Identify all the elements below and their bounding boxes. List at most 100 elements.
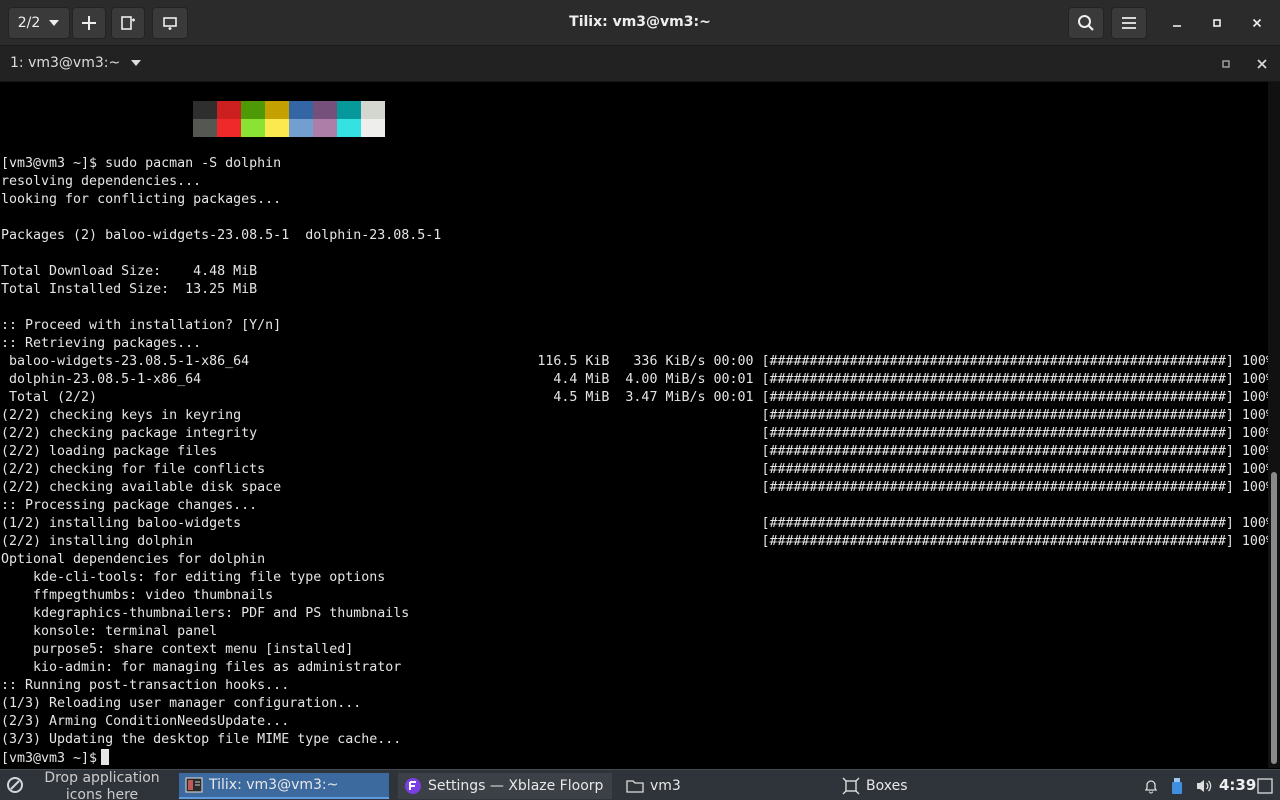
color-swatch [217,119,241,137]
color-swatch [241,101,265,119]
taskbar-item-label: vm3 [650,778,681,794]
color-swatch [313,101,337,119]
chevron-down-icon [49,20,60,26]
terminal-line: (2/2) loading package files [###########… [1,444,1274,459]
maximize-button[interactable] [1200,7,1234,39]
terminal-line: (2/3) Arming ConditionNeedsUpdate... [1,714,290,729]
terminal-view[interactable]: [vm3@vm3 ~]$ sudo pacman -S dolphin resol… [0,82,1274,768]
color-swatch [193,119,217,137]
session-switcher-button[interactable]: 2/2 [8,7,70,39]
quicklaunch-drop-zone[interactable]: Drop application icons here [38,770,166,800]
maximize-icon [1213,19,1221,27]
taskbar-item-tilix[interactable]: Tilix: vm3@vm3:~ [179,773,389,799]
terminal-line: kio-admin: for managing files as adminis… [1,660,402,675]
terminal-line: (2/2) checking available disk space [###… [1,480,1274,495]
terminal-line: kde-cli-tools: for editing file type opt… [1,570,386,585]
chevron-down-icon [131,60,142,66]
terminal-title-bar: 1: vm3@vm3:~ [0,46,1280,82]
terminal-line: baloo-widgets-23.08.5-1-x86_64 116.5 KiB… [1,354,1274,369]
terminal-title-label: 1: vm3@vm3:~ [10,55,121,71]
terminal-line: kdegraphics-thumbnailers: PDF and PS thu… [1,606,410,621]
terminal-line: dolphin-23.08.5-1-x86_64 4.4 MiB 4.00 Mi… [1,372,1274,387]
close-button[interactable] [1240,7,1274,39]
terminal-prompt: [vm3@vm3 ~]$ [1,751,98,766]
terminal-line: (1/2) installing baloo-widgets [########… [1,516,1274,531]
terminal-line: (3/3) Updating the desktop file MIME typ… [1,732,402,747]
terminal-line: Optional dependencies for dolphin [1,552,266,567]
speaker-icon [1197,780,1212,792]
terminal-line: ffmpegthumbs: video thumbnails [1,588,274,603]
volume-button[interactable] [1194,777,1214,795]
maximize-icon [1222,60,1230,68]
terminal-line: :: Processing package changes... [1,498,258,513]
terminal-output: [vm3@vm3 ~]$ sudo pacman -S dolphin resol… [1,155,1274,767]
close-icon [1252,18,1262,28]
terminal-line: Total Download Size: 4.48 MiB [1,264,258,279]
add-down-button[interactable] [152,7,188,39]
color-swatch [289,101,313,119]
color-swatch [265,119,289,137]
taskbar-item-files[interactable]: vm3 [620,773,830,799]
taskbar-item-boxes[interactable]: Boxes [836,773,1046,799]
taskbar: Drop application icons here Tilix: vm3@v… [0,769,1280,800]
add-terminal-button[interactable] [72,7,106,39]
terminal-line: Packages (2) baloo-widgets-23.08.5-1 dol… [1,228,442,243]
terminal-line: :: Proceed with installation? [Y/n] [1,318,282,333]
clock[interactable]: 4:39 [1219,776,1256,794]
color-palette [193,101,385,137]
boxes-icon [842,777,860,795]
color-swatch [361,119,385,137]
terminal-icon [185,777,203,793]
taskbar-item-floorp[interactable]: Settings — Xblaze Floorp [398,773,612,799]
color-swatch [217,101,241,119]
color-swatch [241,119,265,137]
terminal-line: :: Running post-transaction hooks... [1,678,290,693]
terminal-title-menu[interactable]: 1: vm3@vm3:~ [10,55,142,71]
color-swatch [361,101,385,119]
terminal-maximize-button[interactable] [1216,54,1236,74]
terminal-line: (1/3) Reloading user manager configurati… [1,696,362,711]
split-down-icon [163,17,177,30]
app-launcher-icon [7,777,23,793]
folder-icon [626,780,644,793]
app-menu-button[interactable] [4,774,26,796]
terminal-close-button[interactable] [1252,54,1272,74]
terminal-scrollbar[interactable] [1268,82,1280,768]
menu-button[interactable] [1111,7,1147,39]
scrollbar-thumb[interactable] [1271,472,1277,764]
terminal-line: konsole: terminal panel [1,624,218,639]
find-button[interactable] [1068,7,1104,39]
plus-icon [82,16,96,30]
terminal-line: resolving dependencies... [1,174,202,189]
show-desktop-button[interactable] [1256,777,1274,795]
terminal-line: (2/2) checking for file conflicts [#####… [1,462,1274,477]
terminal-prompt-line: [vm3@vm3 ~]$ [1,749,1274,767]
minimize-button[interactable] [1160,7,1194,39]
usb-drive-icon [1172,778,1182,794]
color-swatch [193,101,217,119]
minimize-icon [1173,25,1181,27]
close-icon [1257,59,1267,69]
notification-bell-button[interactable] [1142,777,1160,795]
floorp-icon [405,778,421,794]
terminal-line: Total Installed Size: 13.25 MiB [1,282,258,297]
terminal-line: Total (2/2) 4.5 MiB 3.47 MiB/s 00:01 [##… [1,390,1274,405]
color-swatch [289,119,313,137]
terminal-line: looking for conflicting packages... [1,192,282,207]
show-desktop-icon [1257,778,1273,794]
taskbar-item-label: Settings — Xblaze Floorp [428,778,604,794]
removable-device-button[interactable] [1168,777,1186,795]
terminal-line: (2/2) installing dolphin [##############… [1,534,1274,549]
terminal-line: purpose5: share context menu [installed] [1,642,354,657]
hamburger-menu-icon [1122,17,1136,29]
terminal-line: (2/2) checking keys in keyring [########… [1,408,1274,423]
add-right-button[interactable] [111,7,145,39]
color-swatch [337,119,361,137]
terminal-line: :: Retrieving packages... [1,336,202,351]
terminal-line: (2/2) checking package integrity [######… [1,426,1274,441]
header-bar: 2/2 Tilix: vm3@vm3:~ [0,0,1280,46]
terminal-line: [vm3@vm3 ~]$ sudo pacman -S dolphin [1,156,282,171]
